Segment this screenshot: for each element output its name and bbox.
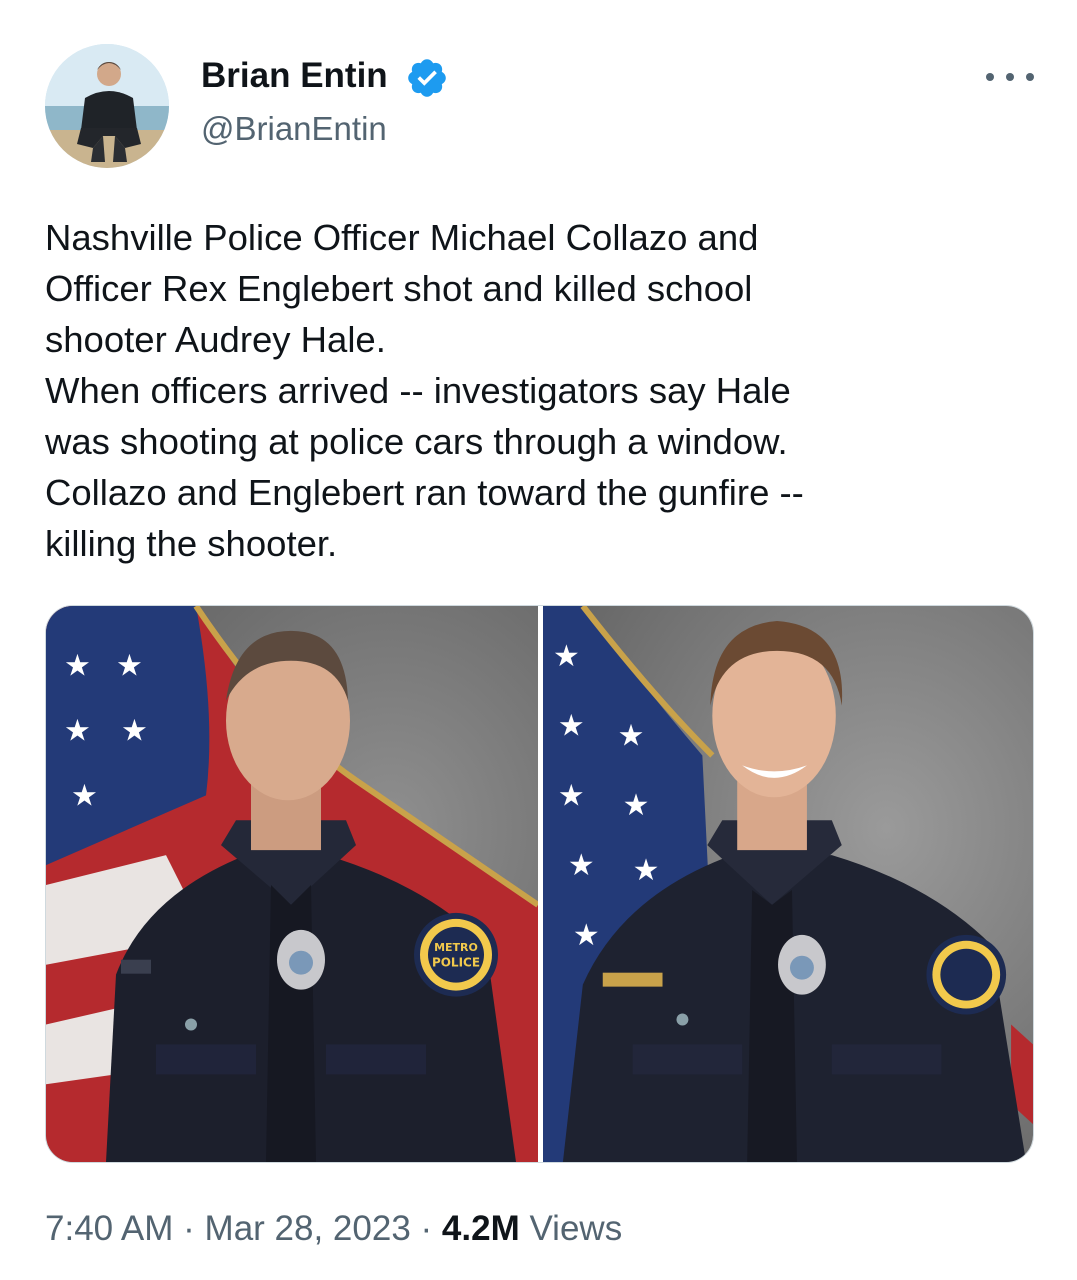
- svg-text:★: ★: [618, 718, 645, 753]
- svg-text:★: ★: [558, 709, 585, 744]
- tweet-time[interactable]: 7:40 AM: [45, 1209, 173, 1248]
- officer-photo-left[interactable]: ★ ★ ★ ★ ★ METRO POLICE: [46, 606, 538, 1162]
- tweet-text-line: Officer Rex Englebert shot and killed sc…: [45, 268, 753, 309]
- patch-text: METRO: [434, 941, 478, 954]
- tweet-text-line: When officers arrived -- investigators s…: [45, 370, 791, 411]
- officer-portrait-photo-icon: ★ ★ ★ ★ ★ ★ ★ ★: [543, 606, 1033, 1162]
- svg-text:★: ★: [64, 714, 91, 749]
- tweet-text-line: Collazo and Englebert ran toward the gun…: [45, 472, 804, 513]
- svg-text:★: ★: [553, 639, 580, 674]
- profile-photo-icon: [45, 44, 169, 168]
- svg-text:★: ★: [71, 778, 98, 813]
- tweet-date[interactable]: Mar 28, 2023: [205, 1209, 411, 1248]
- svg-text:★: ★: [116, 649, 143, 684]
- tweet-meta: 7:40 AM · Mar 28, 2023 · 4.2M Views: [45, 1206, 622, 1252]
- author-handle[interactable]: @BrianEntin: [201, 108, 387, 150]
- more-dot-icon: [1006, 73, 1014, 81]
- patch-text: POLICE: [432, 956, 480, 970]
- author-name[interactable]: Brian Entin: [201, 54, 388, 98]
- svg-text:★: ★: [633, 853, 660, 888]
- officer-photo-right[interactable]: ★ ★ ★ ★ ★ ★ ★ ★: [543, 606, 1033, 1162]
- tweet-text-line: shooter Audrey Hale.: [45, 319, 386, 360]
- svg-text:★: ★: [568, 848, 595, 883]
- avatar[interactable]: [45, 44, 169, 168]
- more-dot-icon: [986, 73, 994, 81]
- svg-text:★: ★: [64, 649, 91, 684]
- views-count: 4.2M: [441, 1209, 520, 1248]
- tweet-text: Nashville Police Officer Michael Collazo…: [45, 212, 1035, 569]
- svg-text:★: ★: [121, 714, 148, 749]
- tweet-text-line: was shooting at police cars through a wi…: [45, 421, 788, 462]
- more-dot-icon: [1026, 73, 1034, 81]
- tweet-media: ★ ★ ★ ★ ★ METRO POLICE ★ ★ ★ ★ ★ ★ ★ ★: [45, 605, 1034, 1163]
- more-options-button[interactable]: [986, 62, 1034, 92]
- officer-portrait-photo-icon: ★ ★ ★ ★ ★ METRO POLICE: [46, 606, 538, 1162]
- meta-separator: ·: [183, 1209, 195, 1248]
- svg-text:★: ★: [558, 778, 585, 813]
- svg-text:★: ★: [573, 918, 600, 953]
- views-label: Views: [529, 1209, 623, 1248]
- svg-text:★: ★: [623, 788, 650, 823]
- verified-badge-icon: [408, 59, 446, 97]
- tweet-text-line: Nashville Police Officer Michael Collazo…: [45, 217, 759, 258]
- meta-separator: ·: [420, 1209, 433, 1248]
- tweet-text-line: killing the shooter.: [45, 523, 338, 564]
